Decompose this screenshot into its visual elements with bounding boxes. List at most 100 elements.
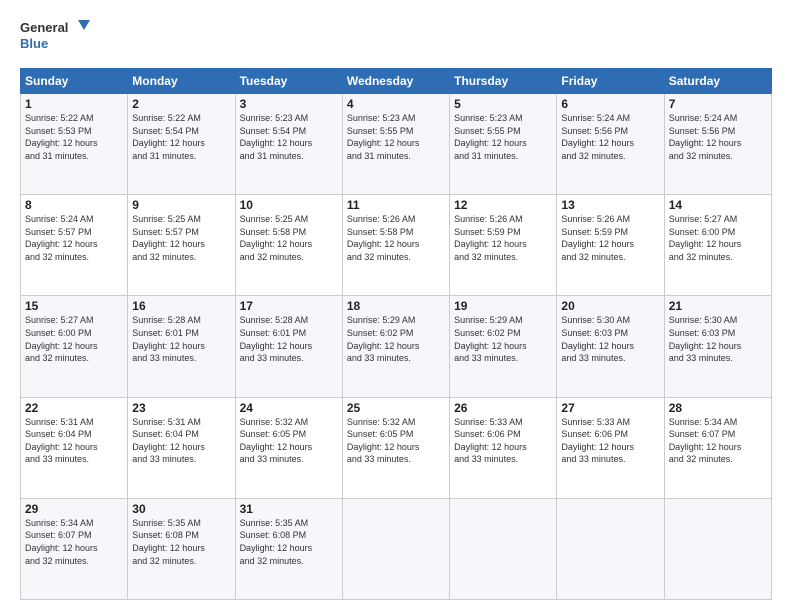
day-info: Sunrise: 5:35 AMSunset: 6:08 PMDaylight:…	[240, 517, 338, 567]
day-info: Sunrise: 5:33 AMSunset: 6:06 PMDaylight:…	[454, 416, 552, 466]
day-number: 16	[132, 299, 230, 313]
day-of-week-friday: Friday	[557, 69, 664, 94]
calendar-day: 10Sunrise: 5:25 AMSunset: 5:58 PMDayligh…	[235, 195, 342, 296]
day-number: 4	[347, 97, 445, 111]
calendar-day	[342, 498, 449, 599]
svg-text:General: General	[20, 20, 68, 35]
calendar-week-2: 8Sunrise: 5:24 AMSunset: 5:57 PMDaylight…	[21, 195, 772, 296]
calendar-day: 11Sunrise: 5:26 AMSunset: 5:58 PMDayligh…	[342, 195, 449, 296]
day-number: 31	[240, 502, 338, 516]
calendar-day	[450, 498, 557, 599]
day-number: 12	[454, 198, 552, 212]
day-number: 21	[669, 299, 767, 313]
calendar-week-5: 29Sunrise: 5:34 AMSunset: 6:07 PMDayligh…	[21, 498, 772, 599]
day-info: Sunrise: 5:27 AMSunset: 6:00 PMDaylight:…	[25, 314, 123, 364]
calendar-day: 21Sunrise: 5:30 AMSunset: 6:03 PMDayligh…	[664, 296, 771, 397]
day-of-week-saturday: Saturday	[664, 69, 771, 94]
svg-text:Blue: Blue	[20, 36, 48, 51]
day-info: Sunrise: 5:26 AMSunset: 5:59 PMDaylight:…	[561, 213, 659, 263]
day-info: Sunrise: 5:34 AMSunset: 6:07 PMDaylight:…	[669, 416, 767, 466]
day-of-week-tuesday: Tuesday	[235, 69, 342, 94]
day-number: 26	[454, 401, 552, 415]
day-number: 11	[347, 198, 445, 212]
day-of-week-thursday: Thursday	[450, 69, 557, 94]
calendar-day: 25Sunrise: 5:32 AMSunset: 6:05 PMDayligh…	[342, 397, 449, 498]
day-number: 10	[240, 198, 338, 212]
day-number: 5	[454, 97, 552, 111]
calendar-day: 6Sunrise: 5:24 AMSunset: 5:56 PMDaylight…	[557, 94, 664, 195]
day-info: Sunrise: 5:30 AMSunset: 6:03 PMDaylight:…	[669, 314, 767, 364]
calendar-day: 16Sunrise: 5:28 AMSunset: 6:01 PMDayligh…	[128, 296, 235, 397]
calendar-table: SundayMondayTuesdayWednesdayThursdayFrid…	[20, 68, 772, 600]
calendar-day: 4Sunrise: 5:23 AMSunset: 5:55 PMDaylight…	[342, 94, 449, 195]
day-of-week-monday: Monday	[128, 69, 235, 94]
calendar-day: 8Sunrise: 5:24 AMSunset: 5:57 PMDaylight…	[21, 195, 128, 296]
calendar-day: 26Sunrise: 5:33 AMSunset: 6:06 PMDayligh…	[450, 397, 557, 498]
calendar-week-3: 15Sunrise: 5:27 AMSunset: 6:00 PMDayligh…	[21, 296, 772, 397]
day-info: Sunrise: 5:23 AMSunset: 5:54 PMDaylight:…	[240, 112, 338, 162]
calendar-week-4: 22 Sunrise: 5:31 AMSunset: 6:04 PMDayligh…	[21, 397, 772, 498]
calendar-day: 18Sunrise: 5:29 AMSunset: 6:02 PMDayligh…	[342, 296, 449, 397]
day-number: 17	[240, 299, 338, 313]
day-info: Sunrise: 5:24 AMSunset: 5:56 PMDaylight:…	[561, 112, 659, 162]
day-info: Sunrise: 5:28 AMSunset: 6:01 PMDaylight:…	[240, 314, 338, 364]
day-info: Sunrise: 5:22 AMSunset: 5:53 PMDaylight:…	[25, 112, 123, 162]
day-number: 23	[132, 401, 230, 415]
page: General Blue SundayMondayTuesdayWednesda…	[0, 0, 792, 612]
calendar-day: 29Sunrise: 5:34 AMSunset: 6:07 PMDayligh…	[21, 498, 128, 599]
day-info: Sunrise: 5:24 AMSunset: 5:56 PMDaylight:…	[669, 112, 767, 162]
day-info: Sunrise: 5:23 AMSunset: 5:55 PMDaylight:…	[347, 112, 445, 162]
header: General Blue	[20, 18, 772, 58]
day-info: Sunrise: 5:33 AMSunset: 6:06 PMDaylight:…	[561, 416, 659, 466]
day-number: 7	[669, 97, 767, 111]
calendar-day	[557, 498, 664, 599]
day-number: 2	[132, 97, 230, 111]
calendar-week-1: 1Sunrise: 5:22 AMSunset: 5:53 PMDaylight…	[21, 94, 772, 195]
logo-svg: General Blue	[20, 18, 90, 58]
day-info: Sunrise: 5:30 AMSunset: 6:03 PMDaylight:…	[561, 314, 659, 364]
calendar-day: 24Sunrise: 5:32 AMSunset: 6:05 PMDayligh…	[235, 397, 342, 498]
day-number: 24	[240, 401, 338, 415]
logo: General Blue	[20, 18, 90, 58]
day-info: Sunrise: 5:34 AMSunset: 6:07 PMDaylight:…	[25, 517, 123, 567]
calendar-day: 13Sunrise: 5:26 AMSunset: 5:59 PMDayligh…	[557, 195, 664, 296]
calendar-day: 15Sunrise: 5:27 AMSunset: 6:00 PMDayligh…	[21, 296, 128, 397]
calendar-day: 7Sunrise: 5:24 AMSunset: 5:56 PMDaylight…	[664, 94, 771, 195]
calendar-day: 2Sunrise: 5:22 AMSunset: 5:54 PMDaylight…	[128, 94, 235, 195]
calendar-day: 1Sunrise: 5:22 AMSunset: 5:53 PMDaylight…	[21, 94, 128, 195]
day-number: 6	[561, 97, 659, 111]
calendar-day: 27Sunrise: 5:33 AMSunset: 6:06 PMDayligh…	[557, 397, 664, 498]
calendar-day: 22Sunrise: 5:31 AMSunset: 6:04 PMDayligh…	[21, 397, 128, 498]
calendar-header-row: SundayMondayTuesdayWednesdayThursdayFrid…	[21, 69, 772, 94]
day-of-week-wednesday: Wednesday	[342, 69, 449, 94]
day-number: 3	[240, 97, 338, 111]
day-info: Sunrise: 5:29 AMSunset: 6:02 PMDaylight:…	[454, 314, 552, 364]
day-number: 9	[132, 198, 230, 212]
day-info: Sunrise: 5:35 AMSunset: 6:08 PMDaylight:…	[132, 517, 230, 567]
day-number: 13	[561, 198, 659, 212]
calendar-day: 23Sunrise: 5:31 AMSunset: 6:04 PMDayligh…	[128, 397, 235, 498]
day-of-week-sunday: Sunday	[21, 69, 128, 94]
day-info: Sunrise: 5:26 AMSunset: 5:59 PMDaylight:…	[454, 213, 552, 263]
day-number: 1	[25, 97, 123, 111]
day-info: Sunrise: 5:26 AMSunset: 5:58 PMDaylight:…	[347, 213, 445, 263]
day-number: 28	[669, 401, 767, 415]
day-number: 15	[25, 299, 123, 313]
calendar-day: 9Sunrise: 5:25 AMSunset: 5:57 PMDaylight…	[128, 195, 235, 296]
day-number: 29	[25, 502, 123, 516]
day-info: Sunrise: 5:23 AMSunset: 5:55 PMDaylight:…	[454, 112, 552, 162]
day-info: Sunrise: 5:31 AMSunset: 6:04 PMDaylight:…	[132, 416, 230, 466]
calendar-day: 30Sunrise: 5:35 AMSunset: 6:08 PMDayligh…	[128, 498, 235, 599]
calendar-day: 14Sunrise: 5:27 AMSunset: 6:00 PMDayligh…	[664, 195, 771, 296]
day-number: 22	[25, 401, 123, 415]
day-info: Sunrise: 5:24 AMSunset: 5:57 PMDaylight:…	[25, 213, 123, 263]
day-number: 20	[561, 299, 659, 313]
calendar-day: 3Sunrise: 5:23 AMSunset: 5:54 PMDaylight…	[235, 94, 342, 195]
calendar-day: 17Sunrise: 5:28 AMSunset: 6:01 PMDayligh…	[235, 296, 342, 397]
day-info: Sunrise: 5:32 AMSunset: 6:05 PMDaylight:…	[347, 416, 445, 466]
day-info: Sunrise: 5:27 AMSunset: 6:00 PMDaylight:…	[669, 213, 767, 263]
day-number: 18	[347, 299, 445, 313]
calendar-day: 5Sunrise: 5:23 AMSunset: 5:55 PMDaylight…	[450, 94, 557, 195]
day-info: Sunrise: 5:28 AMSunset: 6:01 PMDaylight:…	[132, 314, 230, 364]
day-info: Sunrise: 5:22 AMSunset: 5:54 PMDaylight:…	[132, 112, 230, 162]
